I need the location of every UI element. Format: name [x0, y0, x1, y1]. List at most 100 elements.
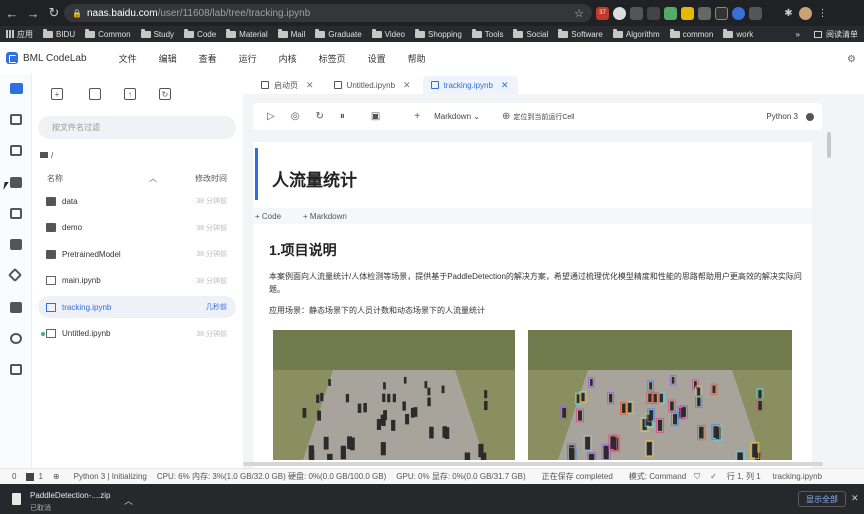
column-modified[interactable]: 修改时间 [195, 173, 227, 184]
close-icon[interactable]: ✕ [851, 493, 859, 504]
bookmark-item[interactable]: BIDU [43, 28, 75, 39]
horizontal-scrollbar[interactable] [243, 462, 823, 466]
show-all-button[interactable]: 显示全部 [798, 491, 846, 507]
close-icon[interactable]: ✕ [403, 80, 411, 91]
bookmark-item[interactable]: common [669, 28, 713, 39]
back-icon[interactable]: ← [3, 4, 21, 22]
notebook-icon[interactable] [10, 114, 22, 125]
extension-icon[interactable] [630, 6, 643, 20]
file-row[interactable]: main.ipynb 38 分钟前 [38, 270, 236, 292]
browser-toolbar: ← → ↻ 🔒 naas.baidu.com/user/11608/lab/tr… [0, 0, 864, 26]
bookmark-item[interactable]: Software [558, 28, 603, 39]
reload-icon[interactable]: ↻ [45, 4, 63, 22]
avatar[interactable] [799, 6, 812, 20]
bookmark-item[interactable]: Study [140, 28, 174, 39]
menu-item[interactable]: 标签页 [319, 52, 346, 65]
extensions-icon[interactable] [10, 239, 22, 250]
bookmark-item[interactable]: Shopping [414, 28, 462, 39]
kernel-name[interactable]: Python 3 [766, 112, 798, 121]
running-icon[interactable] [10, 145, 22, 156]
bookmark-item[interactable]: Common [85, 28, 131, 39]
forward-icon[interactable]: → [24, 4, 42, 22]
layers-icon[interactable] [7, 267, 23, 283]
bookmark-label: Tools [484, 29, 504, 39]
column-name[interactable]: 名称 [47, 173, 63, 184]
markdown-cell[interactable]: 1.项目说明 本案例面向人流量统计/人体检测等场景，提供基于PaddleDete… [269, 240, 809, 325]
download-filename[interactable]: PaddleDetection-....zip [30, 491, 111, 500]
close-icon[interactable]: ✕ [306, 80, 314, 91]
run-icon[interactable]: ▷ [267, 111, 275, 122]
file-row[interactable]: demo 38 分钟前 [38, 217, 236, 239]
tab-launcher[interactable]: 启动页 ✕ [253, 76, 324, 94]
bookmark-item[interactable]: work [723, 28, 753, 39]
settings-icon[interactable]: ⚙ [847, 54, 856, 65]
menu-item[interactable]: 文件 [119, 52, 137, 65]
add-code-button[interactable]: + Code [255, 212, 281, 221]
bookmark-star-icon[interactable]: ☆ [574, 7, 584, 20]
locate-running-cell[interactable]: 定位到当前运行Cell [513, 112, 574, 122]
restart-icon[interactable]: ↻ [315, 111, 323, 122]
add-cell-icon[interactable]: + [414, 111, 420, 122]
menu-item[interactable]: 设置 [368, 52, 386, 65]
chevron-up-icon[interactable]: ︿ [124, 494, 133, 507]
upload-icon[interactable]: ↑ [124, 88, 136, 100]
extension-icon[interactable] [681, 6, 694, 20]
menu-item[interactable]: 编辑 [159, 52, 177, 65]
pause-icon[interactable]: ⏸ [340, 111, 345, 122]
close-icon[interactable]: ✕ [501, 80, 509, 91]
new-folder-icon[interactable] [89, 88, 101, 100]
file-filter-input[interactable]: 按文件名过滤 [38, 116, 236, 139]
bookmark-item[interactable]: 应用 [6, 29, 33, 40]
breadcrumb[interactable]: / [40, 151, 53, 160]
notebook-content[interactable]: 人流量统计 + Code + Markdown 1.项目说明 本案例面向人流量统… [253, 142, 812, 468]
tab-tracking[interactable]: tracking.ipynb ✕ [422, 76, 519, 94]
bookmark-item[interactable]: Material [226, 28, 268, 39]
save-icon[interactable]: ▣ [371, 111, 380, 122]
bookmarks-more[interactable]: » [796, 30, 800, 39]
bookmark-item[interactable]: Tools [471, 28, 504, 39]
reading-list[interactable]: 阅读清单 [826, 29, 858, 40]
more-icon[interactable]: ⋮ [816, 7, 829, 20]
file-row[interactable]: data 38 分钟前 [38, 190, 236, 212]
gear-icon[interactable] [10, 333, 22, 344]
toolbox-icon[interactable] [10, 177, 22, 188]
sort-chevron-icon[interactable]: ︿ [149, 173, 157, 184]
chip-icon[interactable] [10, 364, 22, 375]
extension-icon[interactable] [732, 6, 745, 20]
new-launcher-icon[interactable]: + [51, 88, 63, 100]
extension-icon[interactable] [664, 6, 677, 20]
refresh-icon[interactable]: ↻ [159, 88, 171, 100]
file-row[interactable]: PretrainedModel 38 分钟前 [38, 243, 236, 265]
extension-icon[interactable] [715, 6, 728, 20]
stop-icon[interactable]: ◎ [291, 111, 300, 122]
bookmark-item[interactable]: Video [371, 28, 405, 39]
extension-icon[interactable] [698, 6, 711, 20]
bookmark-item[interactable]: Social [513, 28, 548, 39]
add-markdown-button[interactable]: + Markdown [303, 212, 347, 221]
file-row[interactable]: Untitled.ipynb 38 分钟前 [38, 323, 236, 345]
mail-icon[interactable] [10, 208, 22, 219]
kernel-status[interactable]: Python 3 | Initializing [74, 472, 147, 481]
menu-item[interactable]: 内核 [279, 52, 297, 65]
bookmark-item[interactable]: Algorithm [612, 28, 660, 39]
bookmark-item[interactable]: Code [184, 28, 216, 39]
extension-icon[interactable] [613, 6, 626, 20]
file-browser-icon[interactable] [10, 83, 23, 94]
bookmark-item[interactable]: Mail [277, 28, 305, 39]
menu-item[interactable]: 查看 [199, 52, 217, 65]
extension-icon[interactable] [749, 6, 762, 20]
menu-item[interactable]: 帮助 [408, 52, 426, 65]
file-row[interactable]: tracking.ipynb 几秒前 [38, 296, 236, 318]
extension-icon[interactable] [647, 6, 660, 20]
puzzle-icon[interactable]: ✱ [782, 7, 795, 20]
address-bar[interactable]: 🔒 naas.baidu.com/user/11608/lab/tree/tra… [64, 4, 592, 22]
menu-item[interactable]: 运行 [239, 52, 257, 65]
extension-icon[interactable]: 37 [596, 6, 609, 20]
close-box-icon[interactable] [10, 302, 22, 313]
tab-untitled[interactable]: Untitled.ipynb ✕ [326, 76, 421, 94]
vertical-scrollbar[interactable] [827, 132, 831, 158]
bookmark-item[interactable]: Graduate [315, 28, 362, 39]
locate-icon[interactable]: ⊕ [502, 111, 510, 122]
cell-type-select[interactable]: Markdown ⌄ [434, 112, 480, 121]
title-cell[interactable]: 人流量统计 [255, 148, 810, 200]
